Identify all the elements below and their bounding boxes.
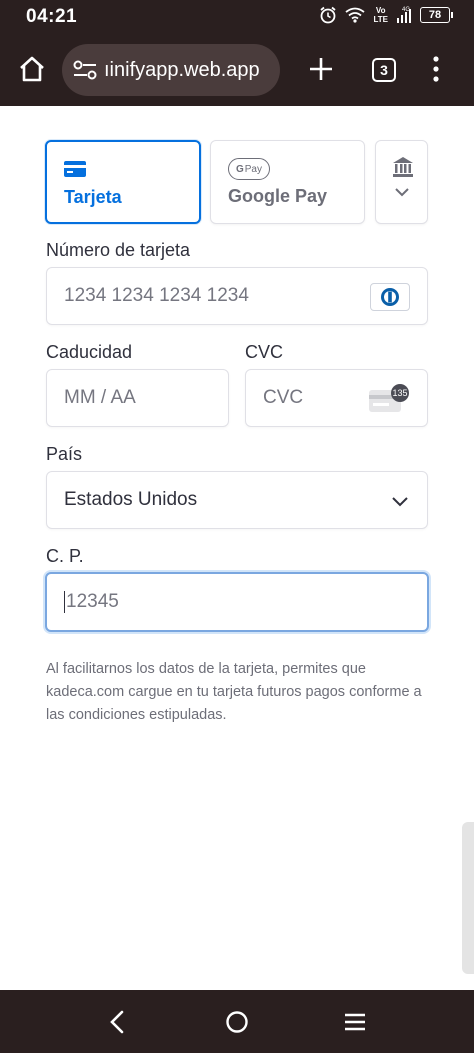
expiry-input[interactable]: MM / AA <box>46 369 229 427</box>
new-tab-icon[interactable] <box>306 54 336 84</box>
text-caret <box>64 591 65 613</box>
terms-disclaimer: Al facilitarnos los datos de la tarjeta,… <box>46 661 422 723</box>
bank-icon <box>393 157 413 177</box>
payment-method-label: Google Pay <box>228 186 328 206</box>
browser-toolbar: ıinifyapp.web.app 3 <box>0 34 474 106</box>
battery-icon: 78 <box>420 7 453 23</box>
system-nav-bar <box>0 990 474 1053</box>
svg-text:135: 135 <box>392 388 407 398</box>
site-settings-icon[interactable] <box>72 59 98 81</box>
credit-card-icon <box>64 161 86 177</box>
card-number-input[interactable]: 1234 1234 1234 1234 <box>46 267 428 325</box>
wifi-icon <box>345 7 366 23</box>
payment-method-card-tab[interactable]: Tarjeta <box>45 140 201 224</box>
home-icon[interactable] <box>18 55 46 83</box>
card-number-label: Número de tarjeta <box>46 240 191 260</box>
payment-method-google-pay-tab[interactable]: G Pay Google Pay <box>210 140 365 224</box>
address-bar[interactable]: ıinifyapp.web.app <box>62 44 280 96</box>
chevron-down-icon <box>395 188 409 197</box>
tab-switcher-icon[interactable]: 3 <box>372 58 396 82</box>
back-icon[interactable] <box>104 1008 132 1036</box>
expiry-label: Caducidad <box>46 342 133 362</box>
home-nav-icon[interactable] <box>223 1008 251 1036</box>
country-select[interactable]: Estados Unidos <box>46 471 428 529</box>
payment-method-label: Tarjeta <box>64 187 122 207</box>
cvc-input[interactable]: CVC 135 <box>245 369 428 427</box>
menu-icon[interactable] <box>426 54 446 84</box>
signal-icon: 4G <box>397 7 411 23</box>
cvc-label: CVC <box>245 342 284 362</box>
scrollbar-thumb[interactable] <box>462 822 474 974</box>
cvc-card-icon: 135 <box>369 384 409 412</box>
url-text: ıinifyapp.web.app <box>104 58 260 81</box>
google-pay-badge: G Pay <box>228 158 270 180</box>
country-label: País <box>46 444 83 464</box>
status-icons: Vo LTE 4G 78 <box>319 6 453 24</box>
recents-icon[interactable] <box>341 1008 369 1036</box>
alarm-icon <box>320 6 337 24</box>
payment-method-more-tab[interactable] <box>375 140 428 224</box>
volte-indicator: Vo LTE <box>373 6 388 24</box>
postal-code-input[interactable]: 12345 <box>45 572 429 632</box>
chevron-down-icon <box>392 497 408 507</box>
status-bar: 04:21 Vo LTE 4G 78 <box>0 0 474 34</box>
diners-card-icon <box>370 283 410 311</box>
status-time: 04:21 <box>26 6 78 27</box>
postal-code-label: C. P. <box>46 546 84 566</box>
